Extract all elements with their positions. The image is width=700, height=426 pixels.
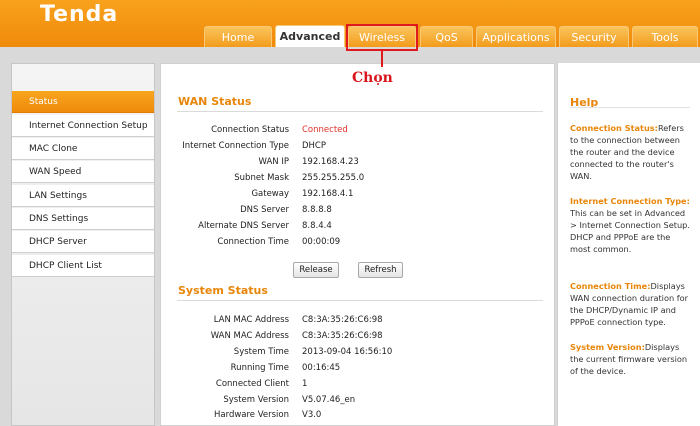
sidebar-item-dns-settings[interactable]: DNS Settings [12,208,154,230]
system-divider [177,300,543,301]
help-connection-time: Connection Time:Displays WAN connection … [570,280,692,328]
lan-mac-label: LAN MAC Address [213,315,289,325]
help-connection-status: Connection Status:Refers to the connecti… [570,122,692,182]
subnet-mask-label: Subnet Mask [234,173,289,183]
running-time-label: Running Time [230,363,289,373]
sidebar-item-mac-clone[interactable]: MAC Clone [12,138,154,160]
internet-connection-type-value: DHCP [302,141,326,151]
annotation-pointer-line [381,51,383,67]
wan-status-title: WAN Status [178,95,252,108]
system-status-title: System Status [178,284,268,297]
system-version-value: V5.07.46_en [302,395,356,405]
help-internet-connection-type: Internet Connection Type: This can be set… [570,195,692,255]
annotation-label: Chọn [352,70,393,86]
connection-time-value: 00:00:09 [302,237,341,247]
release-button[interactable]: Release [293,262,339,278]
help-divider [570,107,690,108]
sidebar-item-status[interactable]: Status [12,91,154,113]
gateway-value: 192.168.4.1 [302,189,354,199]
sidebar-item-dhcp-client-list[interactable]: DHCP Client List [12,255,154,277]
system-time-label: System Time [233,347,289,357]
tab-home[interactable]: Home [204,26,272,47]
hardware-version-value: V3.0 [302,410,322,420]
tenda-logo: Tenda [40,2,119,27]
connection-status-label: Connection Status [211,125,289,135]
sidebar-item-wan-speed[interactable]: WAN Speed [12,161,154,183]
tab-tools[interactable]: Tools [632,26,698,47]
running-time-value: 00:16:45 [302,363,341,373]
tab-advanced[interactable]: Advanced [275,25,345,48]
wan-divider [177,111,543,112]
dns-server-label: DNS Server [240,205,289,215]
sidebar-item-internet-connection-setup[interactable]: Internet Connection Setup [12,115,154,137]
gateway-label: Gateway [251,189,289,199]
help-heading: Internet Connection Type: [570,196,690,206]
wan-mac-value: C8:3A:35:26:C6:98 [302,331,383,341]
connected-client-value: 1 [302,379,308,389]
tab-qos[interactable]: QoS [420,26,473,47]
sidebar-item-dhcp-server[interactable]: DHCP Server [12,231,154,253]
wan-ip-value: 192.168.4.23 [302,157,359,167]
subnet-mask-value: 255.255.255.0 [302,173,365,183]
alternate-dns-server-label: Alternate DNS Server [198,221,289,231]
internet-connection-type-label: Internet Connection Type [182,141,289,151]
connection-time-label: Connection Time [217,237,289,247]
wireless-tab-highlight-box [346,24,418,51]
help-heading: Connection Time: [570,281,651,291]
help-system-version: System Version:Displays the current firm… [570,341,692,377]
wan-mac-label: WAN MAC Address [210,331,289,341]
lan-mac-value: C8:3A:35:26:C6:98 [302,315,383,325]
system-version-label: System Version [223,395,289,405]
alternate-dns-server-value: 8.8.4.4 [302,221,332,231]
help-text: This can be set in Advanced > Internet C… [570,208,690,254]
connected-client-label: Connected Client [215,379,289,389]
sidebar-item-lan-settings[interactable]: LAN Settings [12,185,154,207]
help-heading: System Version: [570,342,645,352]
connection-status-value: Connected [302,125,348,135]
help-heading: Connection Status: [570,123,658,133]
tab-applications[interactable]: Applications [476,26,556,47]
system-time-value: 2013-09-04 16:56:10 [302,347,393,357]
refresh-button[interactable]: Refresh [358,262,403,278]
hardware-version-label: Hardware Version [214,410,289,420]
wan-ip-label: WAN IP [258,157,289,167]
dns-server-value: 8.8.8.8 [302,205,332,215]
tab-security[interactable]: Security [559,26,629,47]
